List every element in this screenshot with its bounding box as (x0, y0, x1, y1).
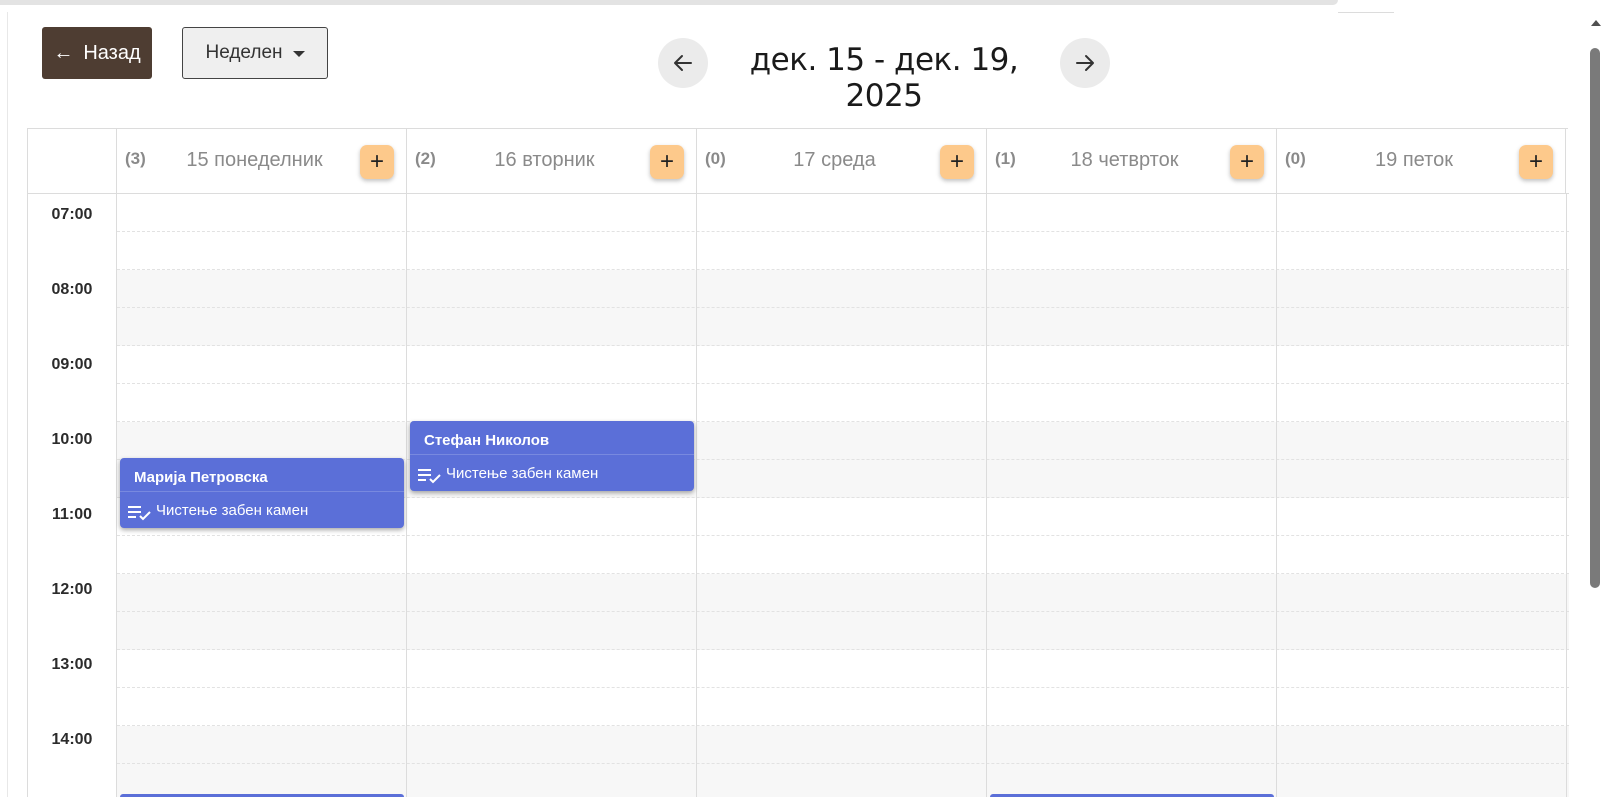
time-slot[interactable] (117, 726, 1569, 764)
left-edge (0, 12, 8, 797)
service-name: Чистење забен камен (156, 502, 309, 519)
arrow-right-icon (1076, 55, 1094, 71)
time-label: 13:00 (51, 656, 93, 673)
day-header-tuesday: (2) 16 вторник + (406, 129, 696, 193)
appointment-count: (0) (705, 149, 726, 168)
patient-name: Марија Петровска (134, 469, 268, 486)
day-label: 15 понеделник (186, 149, 323, 171)
day-label: 17 среда (793, 149, 876, 171)
add-appointment-button[interactable]: + (1230, 145, 1264, 179)
add-appointment-button[interactable]: + (1519, 145, 1553, 179)
add-appointment-button[interactable]: + (940, 145, 974, 179)
time-slot[interactable] (117, 232, 1569, 270)
time-label: 10:00 (51, 431, 93, 448)
view-mode-dropdown[interactable]: Неделен (182, 27, 328, 79)
time-label: 08:00 (51, 281, 93, 298)
time-slot[interactable] (117, 194, 1569, 232)
next-week-button[interactable] (1060, 38, 1110, 88)
time-slot[interactable] (117, 688, 1569, 726)
time-label: 11:00 (51, 506, 93, 523)
day-label: 19 петок (1375, 149, 1453, 171)
scroll-up-icon[interactable] (1591, 20, 1601, 26)
appointment-card[interactable]: Марија Петровска Чистење забен камен (120, 458, 404, 528)
time-slot[interactable] (117, 612, 1569, 650)
previous-week-button[interactable] (658, 38, 708, 88)
column-divider (696, 194, 697, 797)
add-appointment-button[interactable]: + (650, 145, 684, 179)
appointment-card[interactable]: Стефан Николов Чистење забен камен (410, 421, 694, 491)
time-slot[interactable] (117, 574, 1569, 612)
time-slot[interactable] (117, 270, 1569, 308)
time-label: 12:00 (51, 581, 93, 598)
add-appointment-button[interactable]: + (360, 145, 394, 179)
back-button[interactable]: ← Назад (42, 27, 152, 79)
time-slot[interactable] (117, 384, 1569, 422)
time-label: 07:00 (51, 206, 93, 223)
day-header-wednesday: (0) 17 среда + (696, 129, 986, 193)
back-button-label: Назад (83, 41, 141, 64)
checklist-icon (418, 469, 441, 484)
checklist-icon (128, 506, 151, 521)
appointment-count: (0) (1285, 149, 1306, 168)
event-divider (120, 491, 404, 492)
appointment-count: (3) (125, 149, 146, 168)
chevron-down-icon (292, 51, 305, 57)
day-header-thursday: (1) 18 четврток + (986, 129, 1276, 193)
time-column-divider (116, 194, 117, 797)
appointment-count: (1) (995, 149, 1016, 168)
top-divider (1338, 12, 1394, 13)
week-calendar: (3) 15 понеделник + (2) 16 вторник + (0)… (27, 128, 1569, 797)
event-divider (410, 454, 694, 455)
day-header-friday: (0) 19 петок + (1276, 129, 1566, 193)
time-label: 09:00 (51, 356, 93, 373)
day-label: 18 четврток (1070, 149, 1179, 171)
time-grid: 07:00 08:00 09:00 10:00 11:00 12:00 13:0… (28, 194, 1569, 797)
time-slot[interactable] (117, 346, 1569, 384)
time-slot[interactable] (117, 308, 1569, 346)
calendar-page: ← Назад Неделен дек. 15 - дек. 19, 2025 … (0, 0, 1607, 797)
service-name: Чистење забен камен (446, 465, 599, 482)
arrow-left-icon: ← (53, 42, 74, 64)
patient-name: Стефан Николов (424, 432, 550, 449)
time-slot[interactable] (117, 536, 1569, 574)
column-divider (986, 194, 987, 797)
day-label: 16 вторник (494, 149, 595, 171)
time-slot[interactable] (117, 764, 1569, 797)
arrow-left-icon (674, 55, 692, 71)
time-slot[interactable] (117, 422, 1569, 460)
day-header-row: (3) 15 понеделник + (2) 16 вторник + (0)… (28, 129, 1569, 194)
column-divider (406, 194, 407, 797)
date-range-title: дек. 15 - дек. 19, 2025 (749, 42, 1019, 114)
vertical-scrollbar[interactable] (1584, 12, 1607, 797)
column-divider (1566, 194, 1567, 797)
time-label: 14:00 (51, 731, 93, 748)
time-slot[interactable] (117, 650, 1569, 688)
top-scroll-edge (0, 0, 1338, 5)
view-mode-label: Неделен (205, 42, 283, 63)
day-header-monday: (3) 15 понеделник + (116, 129, 406, 193)
scrollbar-thumb[interactable] (1590, 48, 1600, 588)
appointment-count: (2) (415, 149, 436, 168)
column-divider (1276, 194, 1277, 797)
